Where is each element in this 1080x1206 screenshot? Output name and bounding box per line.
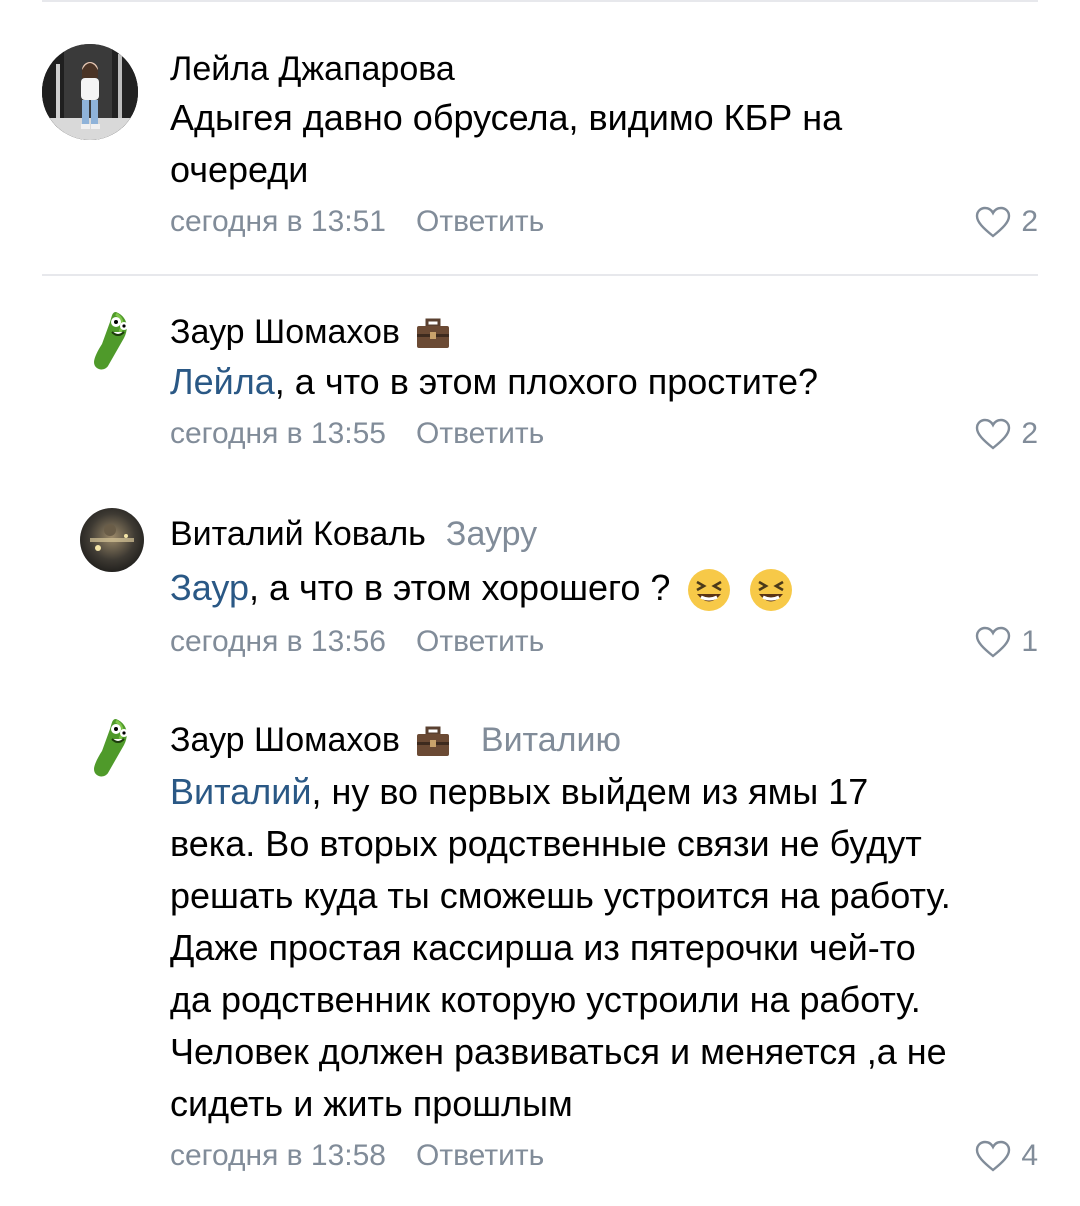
comment-text-body: , а что в этом плохого простите? [274,361,819,402]
heart-icon [976,418,1011,450]
reply-button[interactable]: Ответить [416,417,544,450]
reply-to-label[interactable]: Зауру [446,515,537,553]
heart-icon [976,1140,1011,1172]
comment-meta: сегодня в 13:56 Ответить [170,622,544,662]
heart-icon [976,206,1011,238]
comment-time: сегодня в 13:55 [170,417,386,450]
comment-text-body: , а что в этом хорошего ? [248,567,671,608]
like-count: 1 [1021,625,1038,658]
comment-text-line: Человек должен развиваться и меняется ,а… [170,1031,947,1072]
like-count: 2 [1021,417,1038,450]
comment-author: Виталий Коваль Зауру [170,514,537,554]
reply-button[interactable]: Ответить [416,205,544,238]
comment-author: Заур Шомахов Виталию [170,720,621,760]
comment-text: Виталий, ну во первых выйдем из ямы 17 в… [170,766,1050,1130]
comment-text-line: да родственник которую устроили на работ… [170,979,921,1020]
comment-text-line: Даже простая кассирша из пятерочки чей-т… [170,927,916,968]
comment-author: Заур Шомахов [170,312,451,352]
comment-text-line: Адыгея давно обрусела, видимо КБР на [170,97,843,138]
heart-icon [976,626,1011,658]
laughing-face-icon [688,569,731,612]
night-photo-avatar-icon[interactable] [80,508,144,572]
comment-meta: сегодня в 13:55 Ответить [170,414,544,454]
comment-text-body: , ну во первых выйдем из ямы 17 [311,771,869,812]
like-button[interactable]: 4 [975,1136,1038,1176]
comment-meta: сегодня в 13:58 Ответить [170,1136,544,1176]
mention-link[interactable]: Лейла [170,361,275,402]
like-button[interactable]: 2 [975,414,1038,454]
mention-link[interactable]: Заур [170,567,249,608]
comment-text-line: сидеть и жить прошлым [170,1083,573,1124]
briefcase-icon [417,318,450,349]
comments-feed: Лейла Джапарова Адыгея давно обрусела, в… [0,0,1080,1206]
comment-text-line: века. Во вторых родственные связи не буд… [170,823,922,864]
pickle-avatar-icon[interactable] [80,308,144,372]
laughing-face-icon [750,569,793,612]
comment-text-line: очереди [170,149,309,190]
like-count: 4 [1021,1139,1038,1172]
author-name[interactable]: Заур Шомахов [170,313,400,351]
comment-text: Заур, а что в этом хорошего ? [170,562,1050,614]
comment-author[interactable]: Лейла Джапарова [170,49,455,89]
divider [42,274,1038,276]
comment-time: сегодня в 13:51 [170,205,386,238]
comment-text: Лейла, а что в этом плохого простите? [170,356,1050,408]
author-name[interactable]: Заур Шомахов [170,721,400,759]
comment-text-line: решать куда ты сможешь устроится на рабо… [170,875,951,916]
like-button[interactable]: 1 [975,622,1038,662]
author-name[interactable]: Виталий Коваль [170,515,426,553]
photo-avatar-icon[interactable] [42,44,138,140]
comment-time: сегодня в 13:56 [170,625,386,658]
reply-button[interactable]: Ответить [416,1139,544,1172]
reply-to-label[interactable]: Виталию [481,721,621,759]
like-count: 2 [1021,205,1038,238]
comment-meta: сегодня в 13:51 Ответить [170,202,544,242]
comment-time: сегодня в 13:58 [170,1139,386,1172]
divider [42,0,1038,2]
reply-button[interactable]: Ответить [416,625,544,658]
comment-text-line: Виталий, ну во первых выйдем из ямы 17 [170,766,1050,818]
like-button[interactable]: 2 [975,202,1038,242]
briefcase-icon [417,726,450,757]
comment-text: Адыгея давно обрусела, видимо КБР на оче… [170,92,1050,196]
pickle-avatar-icon[interactable] [80,715,144,779]
mention-link[interactable]: Виталий [170,771,311,812]
